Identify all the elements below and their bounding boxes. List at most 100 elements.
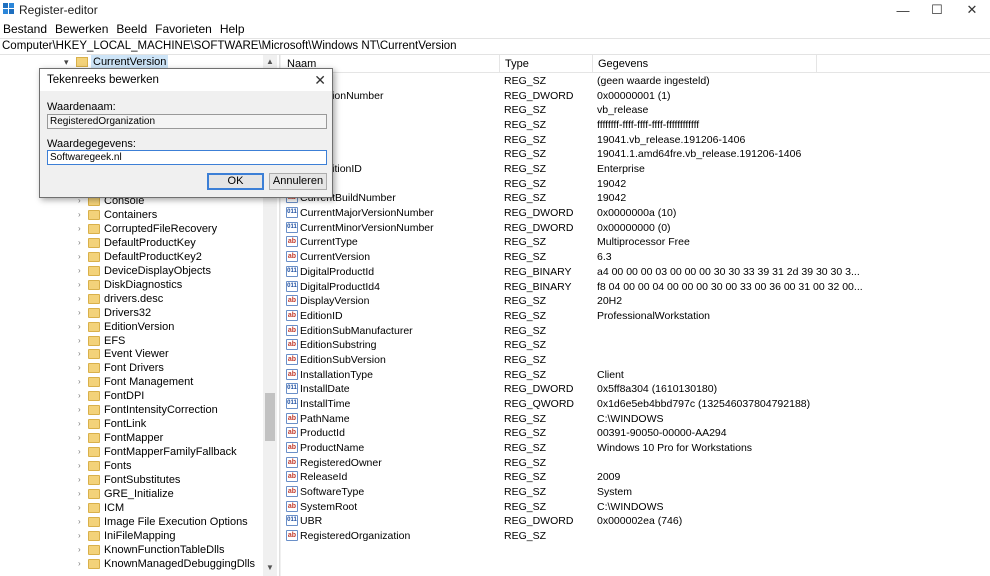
expand-icon[interactable]: › (78, 515, 86, 529)
expand-icon[interactable]: › (78, 375, 86, 389)
scroll-thumb[interactable] (265, 393, 275, 441)
tree-item[interactable]: › Drivers32 (0, 306, 263, 320)
tree-item[interactable]: › FontDPI (0, 389, 263, 403)
scroll-up-icon[interactable]: ▲ (263, 57, 277, 66)
expand-icon[interactable]: › (78, 347, 86, 361)
expand-icon[interactable]: › (78, 389, 86, 403)
expand-icon[interactable]: › (78, 320, 86, 334)
value-row[interactable]: 011 DigitalProductId4 REG_BINARY f8 04 00 0… (282, 280, 990, 295)
value-row[interactable]: 011 CurrentMajorVersionNumber REG_DWORD 0x0… (282, 206, 990, 221)
value-row[interactable]: 011 CurrentMinorVersionNumber REG_DWORD 0x0… (282, 221, 990, 236)
value-data-field[interactable]: Softwaregeek.nl (47, 150, 327, 165)
expand-icon[interactable]: › (78, 557, 86, 571)
menu-bewerken[interactable]: Bewerken (52, 21, 113, 38)
value-row[interactable]: ab EditionSubManufacturer REG_SZ (282, 324, 990, 339)
tree-item[interactable]: › EditionVersion (0, 320, 263, 334)
maximize-button[interactable]: ☐ (920, 0, 954, 20)
value-row[interactable]: abIDREG_SZffffffff-ffff-ffff-ffff-ffffff… (282, 118, 990, 133)
value-row[interactable]: ab InstallationType REG_SZ Client (282, 368, 990, 383)
expand-icon[interactable]: › (78, 334, 86, 348)
value-row[interactable]: abitionEditionIDREG_SZEnterprise (282, 162, 990, 177)
value-row[interactable]: ab EditionSubVersion REG_SZ (282, 353, 990, 368)
tree-item[interactable]: › FontSubstitutes (0, 473, 263, 487)
tree-item[interactable]: › KnownManagedDebuggingDlls (0, 557, 263, 571)
tree-item[interactable]: › Font Management (0, 375, 263, 389)
value-row[interactable]: ab EditionID REG_SZ ProfessionalWorkstation (282, 309, 990, 324)
address-bar[interactable]: Computer\HKEY_LOCAL_MACHINE\SOFTWARE\Mic… (0, 38, 990, 55)
tree-item[interactable]: › DefaultProductKey (0, 236, 263, 250)
expand-icon[interactable]: › (78, 417, 86, 431)
value-row[interactable]: 011 InstallTime REG_QWORD 0x1d6e5eb4bbd797c… (282, 397, 990, 412)
value-row[interactable]: abrd)REG_SZ(geen waarde ingesteld) (282, 74, 990, 89)
scroll-down-icon[interactable]: ▼ (263, 563, 277, 572)
expand-icon[interactable]: › (78, 543, 86, 557)
value-row[interactable]: ab DisplayVersion REG_SZ 20H2 (282, 294, 990, 309)
expand-icon[interactable]: › (78, 501, 86, 515)
value-row[interactable]: ab SoftwareType REG_SZ System (282, 485, 990, 500)
tree-item[interactable]: › FontIntensityCorrection (0, 403, 263, 417)
value-row[interactable]: ab CurrentType REG_SZ Multiprocessor Free (282, 235, 990, 250)
value-row[interactable]: abBuildREG_SZ19042 (282, 177, 990, 192)
expand-icon[interactable]: › (78, 250, 86, 264)
expand-icon[interactable]: › (78, 431, 86, 445)
tree-item[interactable]: › CorruptedFileRecovery (0, 222, 263, 236)
value-row[interactable]: abCurrentBuildNumberREG_SZ19042 (282, 191, 990, 206)
value-name-field[interactable]: RegisteredOrganization (47, 114, 327, 129)
tree-item[interactable]: › DiskDiagnostics (0, 278, 263, 292)
value-row[interactable]: abnchREG_SZvb_release (282, 103, 990, 118)
expand-icon[interactable]: › (78, 459, 86, 473)
expand-icon[interactable]: › (78, 529, 86, 543)
tree-item[interactable]: › Containers (0, 208, 263, 222)
value-row[interactable]: ab SystemRoot REG_SZ C:\WINDOWS (282, 500, 990, 515)
expand-icon[interactable]: › (78, 264, 86, 278)
value-row[interactable]: 011dRevisionNumberREG_DWORD0x00000001 (1… (282, 89, 990, 104)
value-row[interactable]: 011 InstallDate REG_DWORD 0x5ff8a304 (16101… (282, 382, 990, 397)
expand-icon[interactable]: › (78, 292, 86, 306)
value-row[interactable]: ab ReleaseId REG_SZ 2009 (282, 470, 990, 485)
value-row[interactable]: ab RegisteredOwner REG_SZ (282, 456, 990, 471)
expand-icon[interactable]: › (78, 222, 86, 236)
tree-item[interactable]: › Image File Execution Options (0, 515, 263, 529)
value-row[interactable]: 011 UBR REG_DWORD 0x000002ea (746) (282, 514, 990, 529)
tree-item[interactable]: › DefaultProductKey2 (0, 250, 263, 264)
tree-item[interactable]: › ICM (0, 501, 263, 515)
expand-icon[interactable]: › (78, 487, 86, 501)
tree-item[interactable]: › Fonts (0, 459, 263, 473)
tree-item[interactable]: › FontMapperFamilyFallback (0, 445, 263, 459)
column-type[interactable]: Type (500, 55, 593, 73)
collapse-icon[interactable]: ▾ (64, 55, 69, 69)
value-row[interactable]: ab EditionSubstring REG_SZ (282, 338, 990, 353)
tree-item[interactable]: › DeviceDisplayObjects (0, 264, 263, 278)
tree-item[interactable]: › Font Drivers (0, 361, 263, 375)
column-data[interactable]: Gegevens (593, 55, 817, 73)
value-row[interactable]: ab ProductId REG_SZ 00391-90050-00000-AA294 (282, 426, 990, 441)
menu-beeld[interactable]: Beeld (113, 21, 152, 38)
tree-item[interactable]: › IniFileMapping (0, 529, 263, 543)
tree-item[interactable]: › EFS (0, 334, 263, 348)
expand-icon[interactable]: › (78, 403, 86, 417)
value-row[interactable]: abREG_SZ19041.vb_release.191206-1406 (282, 133, 990, 148)
tree-item[interactable]: › FontMapper (0, 431, 263, 445)
cancel-button[interactable]: Annuleren (269, 173, 327, 190)
tree-item[interactable]: › KnownFunctionTableDlls (0, 543, 263, 557)
menu-bestand[interactable]: Bestand (0, 21, 52, 38)
expand-icon[interactable]: › (78, 361, 86, 375)
value-row[interactable]: 011 DigitalProductId REG_BINARY a4 00 00 00… (282, 265, 990, 280)
tree-item[interactable]: › FontLink (0, 417, 263, 431)
expand-icon[interactable]: › (78, 306, 86, 320)
value-row[interactable]: ab PathName REG_SZ C:\WINDOWS (282, 412, 990, 427)
tree-item[interactable]: › Event Viewer (0, 347, 263, 361)
value-row[interactable]: ab ProductName REG_SZ Windows 10 Pro for Wo… (282, 441, 990, 456)
expand-icon[interactable]: › (78, 236, 86, 250)
menu-help[interactable]: Help (217, 21, 250, 38)
minimize-button[interactable]: — (886, 0, 920, 20)
expand-icon[interactable]: › (78, 445, 86, 459)
value-row[interactable]: abExREG_SZ19041.1.amd64fre.vb_release.19… (282, 147, 990, 162)
ok-button[interactable]: OK (207, 173, 264, 190)
dialog-close-icon[interactable]: ✕ (314, 72, 326, 89)
menu-favorieten[interactable]: Favorieten (152, 21, 217, 38)
close-button[interactable]: ✕ (955, 0, 989, 20)
value-row[interactable]: ab CurrentVersion REG_SZ 6.3 (282, 250, 990, 265)
expand-icon[interactable]: › (78, 473, 86, 487)
expand-icon[interactable]: › (78, 278, 86, 292)
